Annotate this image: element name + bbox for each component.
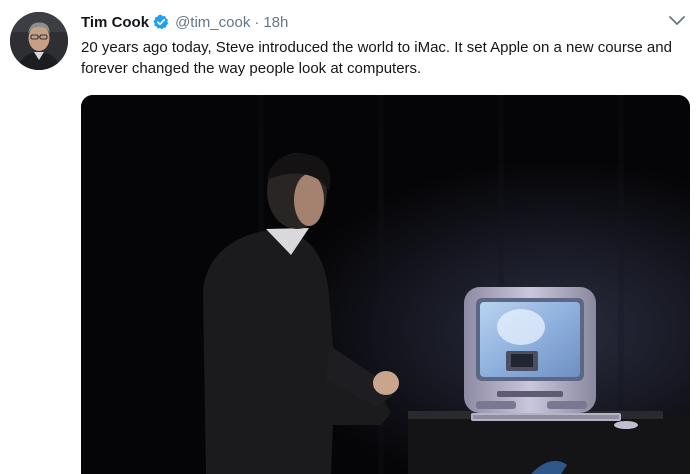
verified-badge-icon <box>153 14 169 30</box>
meta-separator: · <box>254 13 260 31</box>
tweet-media-video[interactable] <box>81 95 690 474</box>
author-name[interactable]: Tim Cook <box>81 14 149 31</box>
tweet-timestamp[interactable]: 18h <box>263 14 288 31</box>
tweet-card: Tim Cook @tim_cook · 18h 20 years ago to… <box>0 0 700 474</box>
avatar-photo <box>10 12 68 70</box>
chevron-down-icon[interactable] <box>668 14 686 28</box>
avatar[interactable] <box>10 12 68 70</box>
tweet-text: 20 years ago today, Steve introduced the… <box>81 39 672 77</box>
tweet-header: Tim Cook @tim_cook · 18h <box>81 12 288 32</box>
author-handle[interactable]: @tim_cook <box>175 14 250 31</box>
video-frame <box>81 95 690 474</box>
